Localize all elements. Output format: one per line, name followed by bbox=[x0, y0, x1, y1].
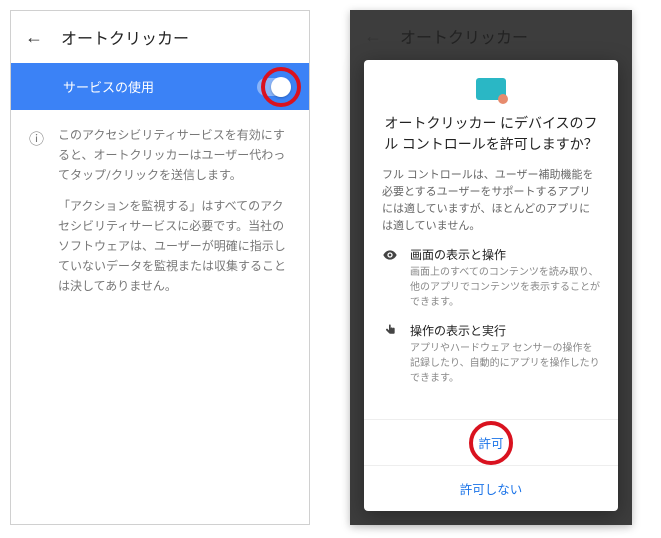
eye-icon bbox=[382, 247, 398, 310]
hand-icon bbox=[382, 323, 398, 386]
deny-button[interactable]: 許可しない bbox=[364, 465, 618, 511]
permission-view-title: 画面の表示と操作 bbox=[410, 246, 600, 263]
deny-label: 許可しない bbox=[460, 483, 523, 498]
toggle-knob bbox=[271, 77, 291, 97]
info-paragraph-2: 「アクションを監視する」はすべてのアクセシビリティサービスに必要です。当社のソフ… bbox=[58, 197, 291, 296]
permission-item-view: 画面の表示と操作 画面上のすべてのコンテンツを読み取り、他のアプリでコンテンツを… bbox=[382, 246, 600, 310]
header-behind: ← オートクリッカー bbox=[350, 10, 632, 62]
dialog-actions: 許可 許可しない bbox=[364, 419, 618, 511]
dialog-description: フル コントロールは、ユーザー補助機能を必要とするユーザーをサポートするアプリに… bbox=[382, 166, 600, 234]
allow-button[interactable]: 許可 bbox=[364, 420, 618, 465]
permission-item-actions: 操作の表示と実行 アプリやハードウェア センサーの操作を記録したり、自動的にアプ… bbox=[382, 322, 600, 386]
app-icon bbox=[476, 78, 506, 100]
page-title: オートクリッカー bbox=[61, 25, 189, 49]
use-service-row[interactable]: サービスの使用 bbox=[11, 63, 309, 110]
permission-dialog-panel: ← オートクリッカー オートクリッカー にデバイスのフル コントロールを許可しま… bbox=[350, 10, 632, 525]
back-arrow-icon: ← bbox=[364, 26, 382, 47]
header: ← オートクリッカー bbox=[11, 11, 309, 63]
page-title-behind: オートクリッカー bbox=[400, 24, 528, 48]
info-text: このアクセシビリティサービスを有効にすると、オートクリッカーはユーザー代わってタ… bbox=[58, 126, 291, 308]
permission-actions-desc: アプリやハードウェア センサーの操作を記録したり、自動的にアプリを操作したりでき… bbox=[410, 341, 600, 386]
dialog-title: オートクリッカー にデバイスのフル コントロールを許可しますか？ bbox=[382, 114, 600, 156]
permission-view-desc: 画面上のすべてのコンテンツを読み取り、他のアプリでコンテンツを表示することができ… bbox=[410, 265, 600, 310]
info-section: ⓘ このアクセシビリティサービスを有効にすると、オートクリッカーはユーザー代わっ… bbox=[11, 110, 309, 324]
allow-label: 許可 bbox=[478, 437, 503, 452]
permission-actions-title: 操作の表示と実行 bbox=[410, 322, 600, 339]
accessibility-settings-panel: ← オートクリッカー サービスの使用 ⓘ このアクセシビリティサービスを有効にす… bbox=[10, 10, 310, 525]
permission-dialog: オートクリッカー にデバイスのフル コントロールを許可しますか？ フル コントロ… bbox=[364, 60, 618, 511]
info-paragraph-1: このアクセシビリティサービスを有効にすると、オートクリッカーはユーザー代わってタ… bbox=[58, 126, 291, 185]
back-arrow-icon[interactable]: ← bbox=[25, 27, 43, 48]
info-icon: ⓘ bbox=[29, 128, 44, 308]
use-service-toggle[interactable] bbox=[257, 78, 291, 96]
use-service-label: サービスの使用 bbox=[63, 77, 154, 96]
